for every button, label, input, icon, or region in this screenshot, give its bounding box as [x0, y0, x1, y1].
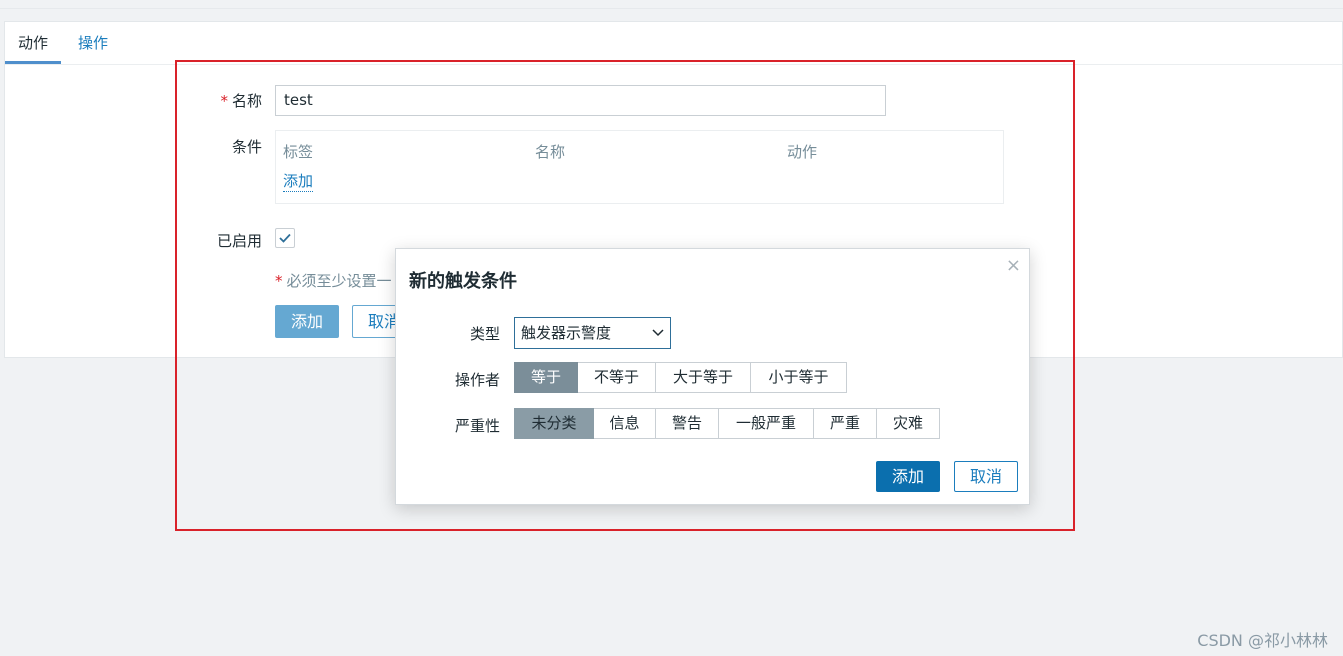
operator-equal[interactable]: 等于 [514, 362, 578, 393]
dialog-cancel-button[interactable]: 取消 [954, 461, 1018, 492]
operator-lte[interactable]: 小于等于 [751, 362, 847, 393]
severity-segmented: 未分类 信息 警告 一般严重 严重 灾难 [514, 408, 940, 439]
tab-action[interactable]: 动作 [5, 22, 62, 64]
severity-average[interactable]: 一般严重 [719, 408, 814, 439]
check-icon [279, 233, 291, 243]
type-select-value: 触发器示警度 [521, 324, 612, 342]
form-add-button[interactable]: 添加 [275, 305, 339, 338]
dialog-title: 新的触发条件 [409, 271, 517, 292]
conditions-header-name: 名称 [535, 143, 566, 161]
name-label: 名称 [231, 92, 262, 110]
tab-bar: 动作 操作 [5, 22, 1342, 65]
name-label-wrap: * 名称 [212, 90, 262, 111]
severity-information[interactable]: 信息 [594, 408, 656, 439]
name-input[interactable]: test [275, 85, 886, 116]
tab-operations[interactable]: 操作 [65, 22, 121, 63]
enabled-label: 已启用 [216, 232, 262, 250]
severity-warning[interactable]: 警告 [656, 408, 719, 439]
severity-not-classified[interactable]: 未分类 [514, 408, 594, 439]
top-bar [0, 0, 1343, 9]
new-condition-dialog: 新的触发条件 × 类型 触发器示警度 操作者 等于 不等于 大于等于 小于等于 … [395, 248, 1030, 505]
type-select[interactable]: 触发器示警度 [514, 317, 671, 349]
add-condition-link[interactable]: 添加 [283, 170, 314, 192]
watermark: CSDN @祁小林林 [1197, 631, 1328, 650]
type-label: 类型 [469, 325, 500, 343]
chevron-down-icon [652, 318, 664, 358]
note-text: 必须至少设置一 [286, 272, 392, 290]
operator-segmented: 等于 不等于 大于等于 小于等于 [514, 362, 847, 393]
operator-label: 操作者 [454, 371, 500, 389]
operator-gte[interactable]: 大于等于 [656, 362, 751, 393]
conditions-table: 标签 名称 动作 添加 [275, 130, 1004, 204]
severity-label: 严重性 [454, 417, 500, 435]
severity-disaster[interactable]: 灾难 [877, 408, 940, 439]
note-required-mark: * [275, 272, 283, 290]
dialog-add-button[interactable]: 添加 [876, 461, 940, 492]
enabled-checkbox[interactable] [275, 228, 295, 248]
required-note: * 必须至少设置一 [275, 270, 392, 291]
required-mark: * [220, 92, 228, 110]
conditions-header-action: 动作 [787, 143, 818, 161]
severity-high[interactable]: 严重 [814, 408, 877, 439]
close-icon[interactable]: × [1006, 255, 1021, 276]
conditions-label: 条件 [231, 138, 262, 156]
conditions-header-label: 标签 [283, 143, 314, 161]
operator-not-equal[interactable]: 不等于 [578, 362, 656, 393]
